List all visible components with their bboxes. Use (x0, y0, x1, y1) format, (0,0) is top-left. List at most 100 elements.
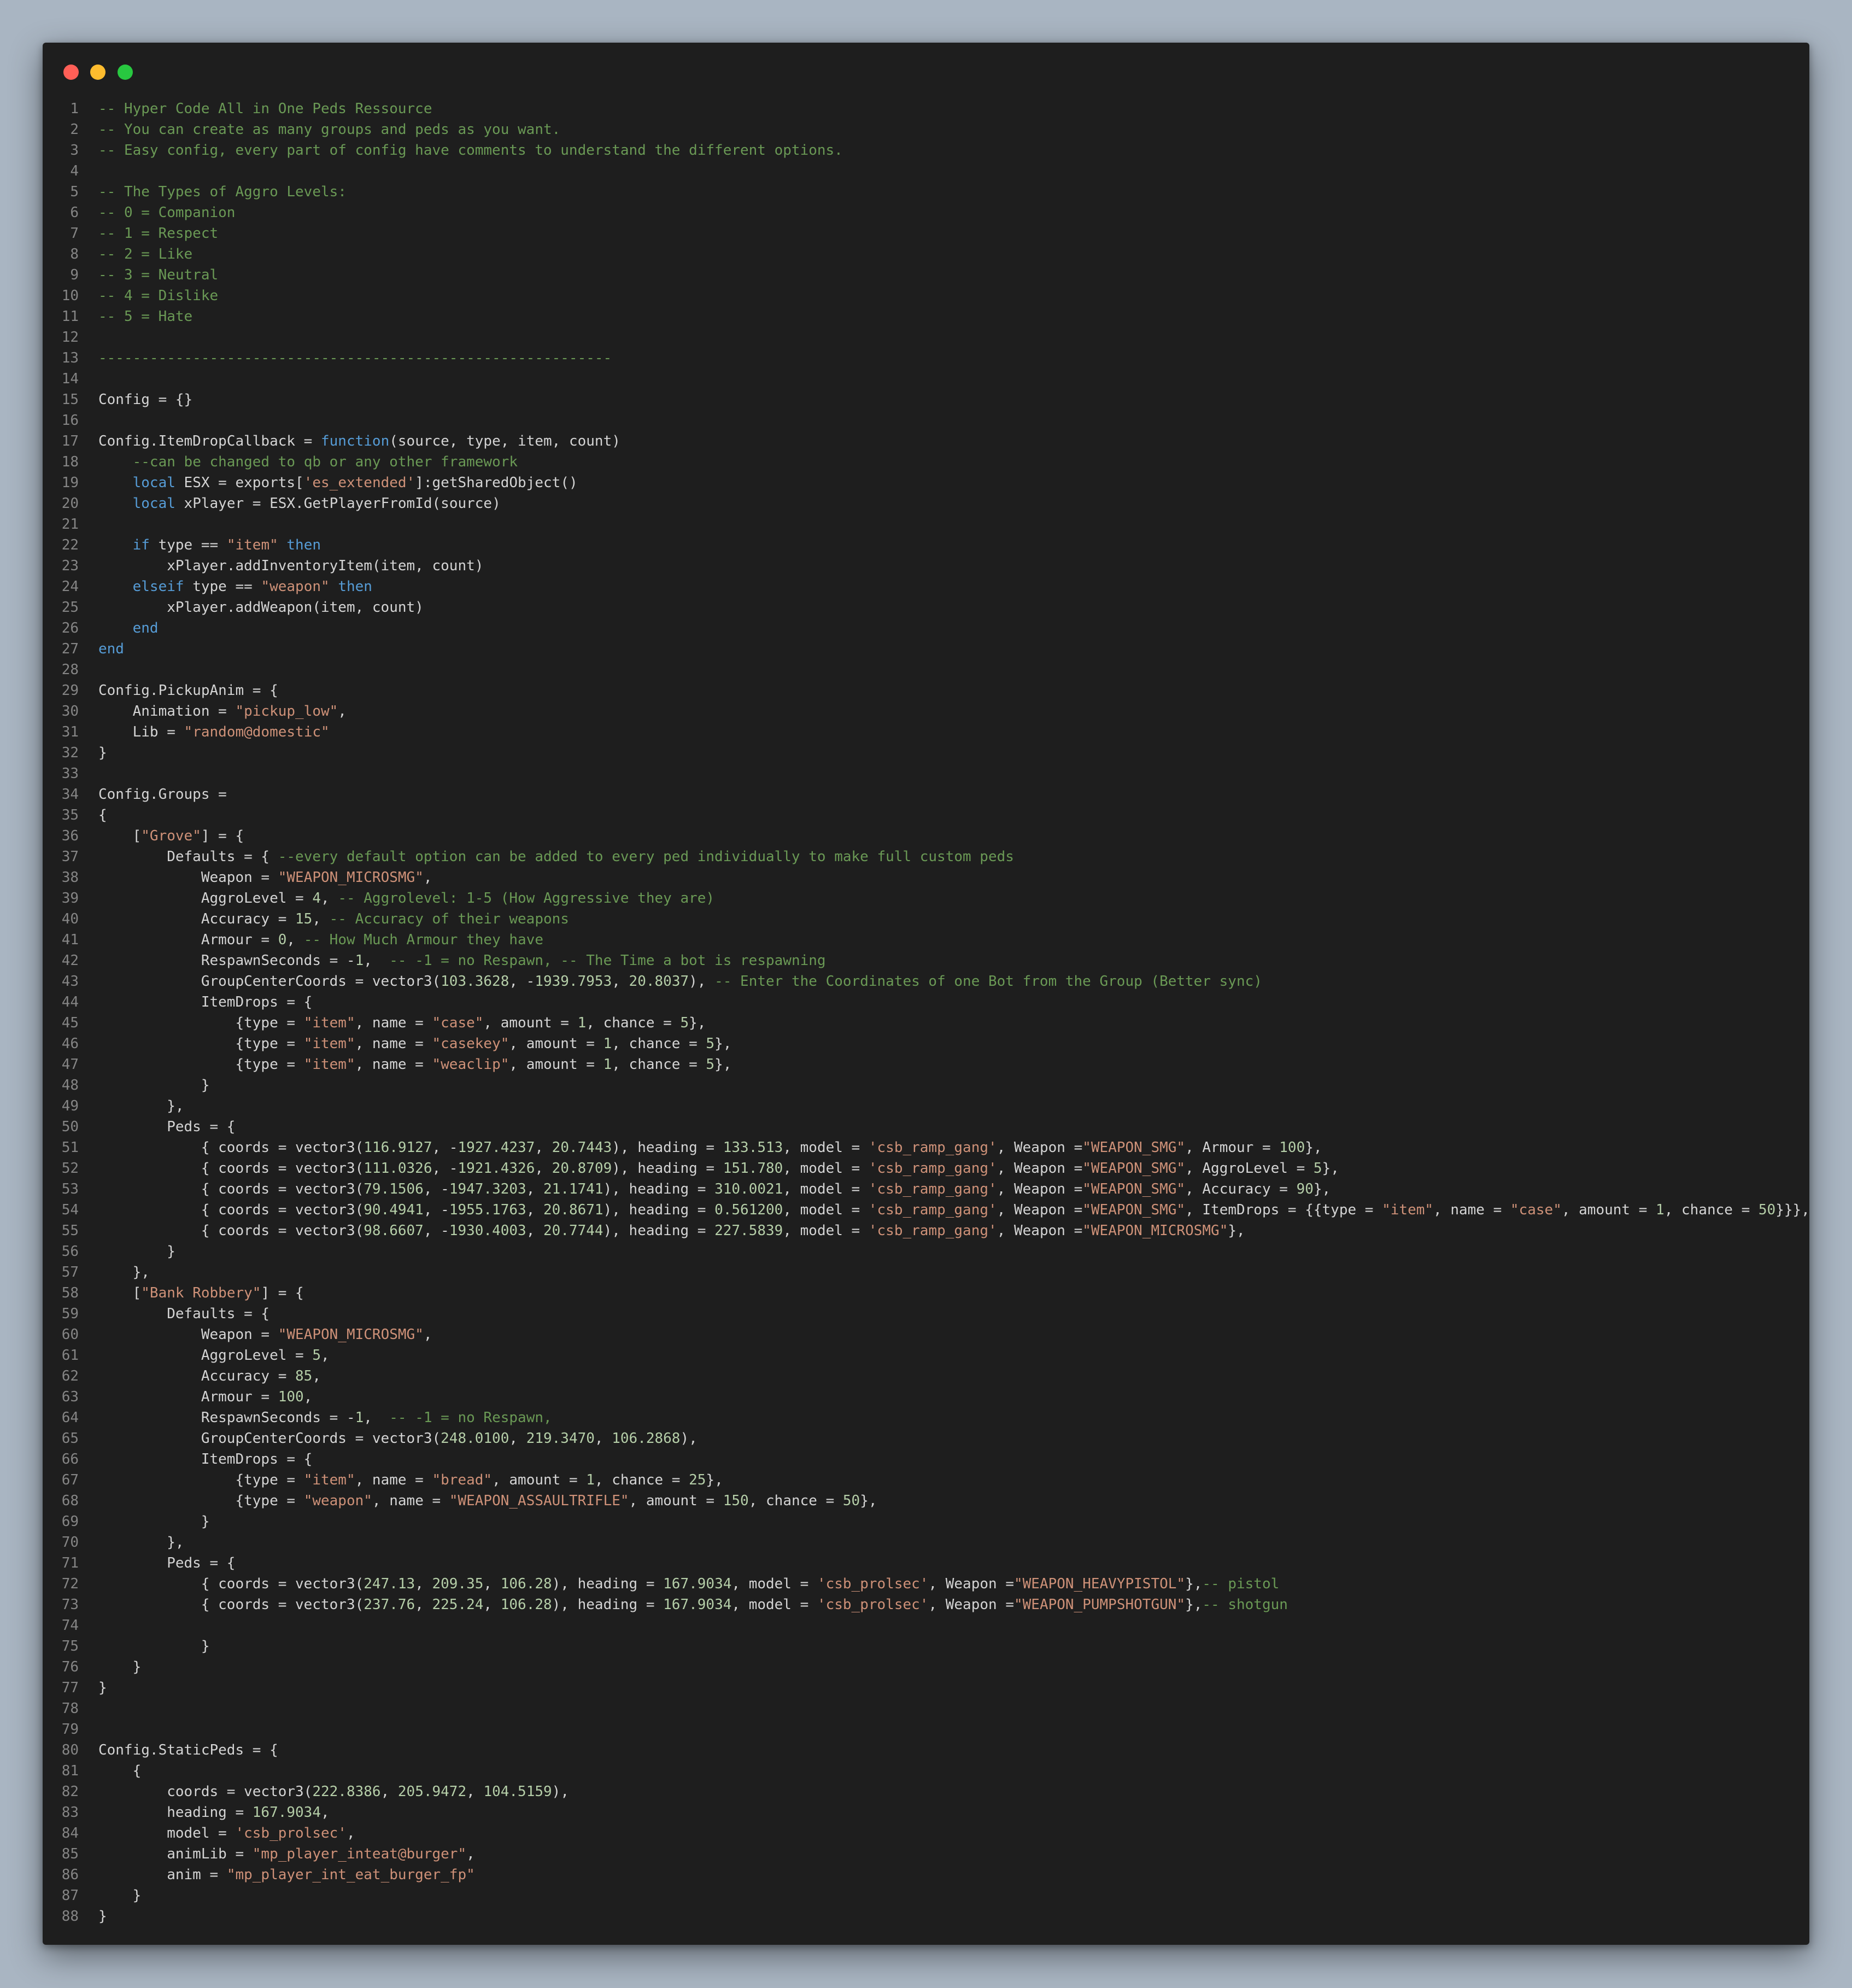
code-token: -- Enter the Coordinates of one Bot from… (714, 973, 1262, 990)
code-token: 1930.4003 (449, 1223, 526, 1239)
code-line: 84 model = 'csb_prolsec', (43, 1823, 1809, 1844)
line-text: animLib = "mp_player_inteat@burger", (98, 1844, 475, 1864)
code-line: 36 ["Grove"] = { (43, 826, 1809, 846)
code-token: {type = (98, 1015, 304, 1031)
line-number: 24 (61, 578, 79, 595)
code-line: 1 -- Hyper Code All in One Peds Ressource (43, 98, 1809, 119)
code-token: 227.5839 (714, 1223, 783, 1239)
code-token: "case" (1510, 1202, 1562, 1218)
line-text: -- 2 = Like (98, 244, 192, 265)
code-line: 62 Accuracy = 85, (43, 1366, 1809, 1387)
code-token: Config.PickupAnim = { (98, 682, 278, 699)
code-token: }, (706, 1472, 723, 1488)
code-token: 20.8037 (629, 973, 689, 990)
code-token: Lib = (98, 724, 184, 740)
code-token: Config.StaticPeds = { (98, 1742, 278, 1758)
line-number: 38 (61, 869, 79, 886)
line-text: { coords = vector3(111.0326, -1921.4326,… (98, 1158, 1339, 1179)
code-token: type == (184, 578, 261, 595)
code-line: 55 { coords = vector3(98.6607, -1930.400… (43, 1220, 1809, 1241)
code-token: } (98, 745, 107, 761)
code-line: 77} (43, 1677, 1809, 1698)
code-token: , (364, 952, 390, 969)
close-dot-icon[interactable] (63, 65, 79, 80)
code-token: Weapon = (98, 869, 278, 886)
line-number: 17 (61, 433, 79, 449)
code-token: local (132, 475, 175, 491)
line-number: 63 (61, 1389, 79, 1405)
code-token: "WEAPON_ASSAULTRIFLE" (449, 1493, 629, 1509)
code-token: model = (98, 1825, 236, 1841)
code-token: [ (98, 828, 142, 844)
code-token: , (380, 1784, 398, 1800)
line-number: 25 (61, 599, 79, 616)
line-text: -- The Types of Aggro Levels: (98, 182, 347, 202)
code-token: Animation = (98, 703, 236, 720)
code-token: "WEAPON_SMG" (1082, 1139, 1186, 1156)
code-line: 7 -- 1 = Respect (43, 223, 1809, 244)
line-number: 4 (70, 163, 79, 179)
code-token: ), heading = (552, 1597, 664, 1613)
line-number: 56 (61, 1243, 79, 1260)
code-token: , name = (355, 1056, 432, 1073)
code-token: , amount = (629, 1493, 723, 1509)
line-number: 41 (61, 932, 79, 948)
code-token: 106.2868 (612, 1430, 681, 1447)
code-token: , (526, 1202, 544, 1218)
code-token: elseif (132, 578, 184, 595)
code-line: 60 Weapon = "WEAPON_MICROSMG", (43, 1324, 1809, 1345)
code-line: 23 xPlayer.addInventoryItem(item, count) (43, 556, 1809, 576)
line-number: 88 (61, 1908, 79, 1925)
code-token: } (98, 1659, 142, 1675)
code-token: -- Accuracy of their weapons (329, 911, 569, 927)
code-token: , (483, 1576, 501, 1592)
code-token: , (466, 1784, 484, 1800)
line-text: } (98, 1075, 210, 1096)
code-token: }, (98, 1098, 184, 1114)
line-number: 39 (61, 890, 79, 907)
line-number: 73 (61, 1597, 79, 1613)
code-token: }, (98, 1264, 150, 1280)
code-token: 20.7744 (543, 1223, 603, 1239)
code-token: , (321, 890, 338, 907)
code-token: 1 (355, 1410, 364, 1426)
line-text: Weapon = "WEAPON_MICROSMG", (98, 1324, 432, 1345)
line-text: Accuracy = 85, (98, 1366, 321, 1387)
code-token: , (612, 973, 629, 990)
code-token: 20.8709 (552, 1160, 612, 1177)
code-token: "WEAPON_HEAVYPISTOL" (1013, 1576, 1186, 1592)
code-token: 15 (295, 911, 313, 927)
line-text: -- 4 = Dislike (98, 285, 218, 306)
line-number: 34 (61, 786, 79, 803)
minimize-dot-icon[interactable] (90, 65, 106, 80)
code-token: { coords = vector3( (98, 1160, 364, 1177)
code-token: (source, type, item, count) (389, 433, 620, 449)
line-number: 45 (61, 1015, 79, 1031)
code-token: 219.3470 (526, 1430, 595, 1447)
code-token: , (338, 703, 347, 720)
line-text: AggroLevel = 4, -- Aggrolevel: 1-5 (How … (98, 888, 714, 909)
line-number: 62 (61, 1368, 79, 1384)
line-text: }, (98, 1262, 150, 1283)
code-line: 82 coords = vector3(222.8386, 205.9472, … (43, 1781, 1809, 1802)
code-token: }, (1305, 1139, 1322, 1156)
code-line: 51 { coords = vector3(116.9127, -1927.42… (43, 1137, 1809, 1158)
code-token: "pickup_low" (235, 703, 338, 720)
line-number: 74 (61, 1617, 79, 1634)
code-token: , - (432, 1139, 458, 1156)
code-line: 28 (43, 659, 1809, 680)
code-line: 27 end (43, 639, 1809, 659)
code-editor[interactable]: 1 -- Hyper Code All in One Peds Ressource… (43, 98, 1810, 1927)
code-token: local (132, 495, 175, 512)
code-token: Weapon = (98, 1326, 278, 1343)
code-token: "random@domestic" (184, 724, 330, 740)
maximize-dot-icon[interactable] (118, 65, 133, 80)
code-line: 86 anim = "mp_player_int_eat_burger_fp" (43, 1864, 1809, 1885)
code-token: , Weapon = (997, 1223, 1083, 1239)
code-token: , (423, 869, 432, 886)
code-token: , Weapon = (997, 1160, 1083, 1177)
code-token: , (466, 1846, 475, 1862)
code-token: , - (432, 1160, 458, 1177)
code-token: , (594, 1430, 612, 1447)
